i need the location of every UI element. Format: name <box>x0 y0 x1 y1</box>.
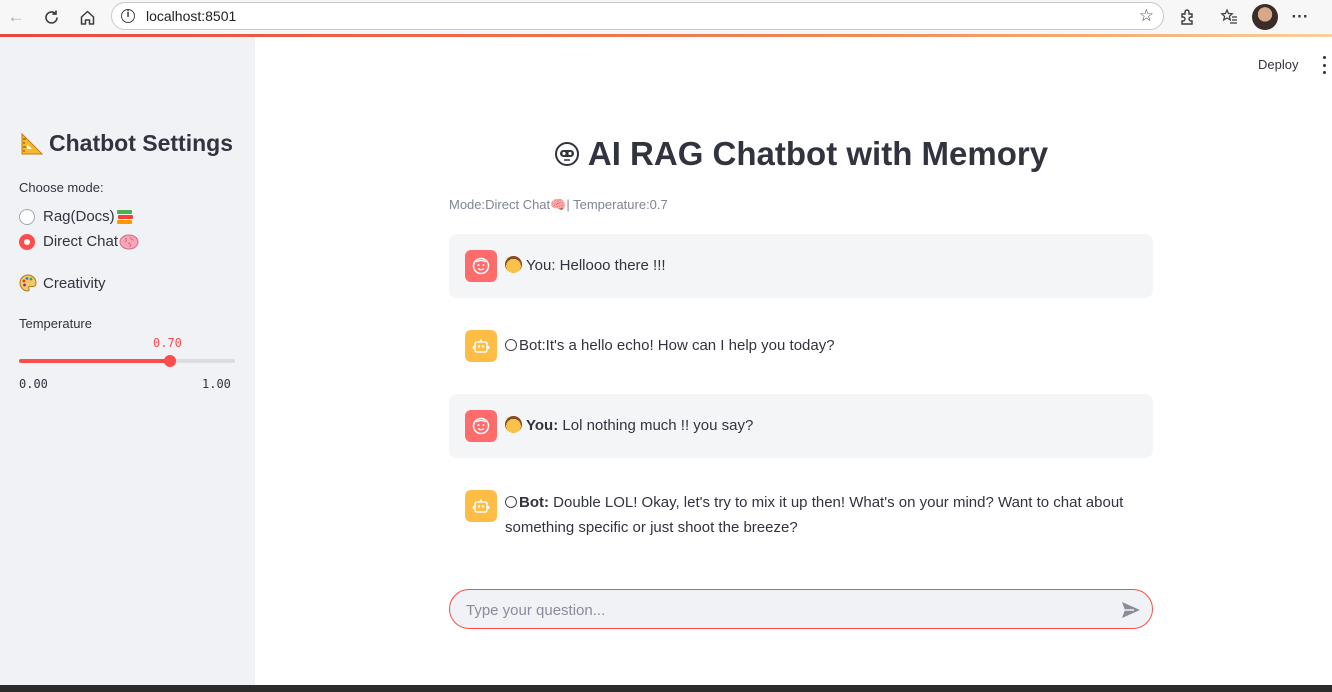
mode-option-label: Rag(Docs) <box>43 208 115 225</box>
user-avatar <box>465 410 497 442</box>
bot-avatar <box>465 330 497 362</box>
browser-toolbar: ← i localhost:8501 ☆ ··· <box>0 0 1332 34</box>
palette-icon <box>19 274 37 292</box>
books-icon <box>116 209 133 224</box>
more-menu-icon[interactable]: ··· <box>1288 5 1312 29</box>
mode-label: Choose mode: <box>19 180 104 195</box>
radio-button-selected[interactable] <box>19 233 35 250</box>
deploy-button[interactable]: Deploy <box>1250 55 1306 74</box>
mode-option-rag[interactable]: Rag(Docs) <box>19 208 134 225</box>
message-text: Bot: Double LOL! Okay, let's try to mix … <box>505 490 1129 540</box>
robot-face-icon <box>554 142 579 166</box>
send-icon[interactable] <box>1120 599 1142 621</box>
chat-message-bot: Bot:It's a hello echo! How can I help yo… <box>449 314 1153 378</box>
boy-emoji-icon <box>505 416 522 433</box>
chat-input-container <box>449 589 1153 629</box>
temperature-value: 0.70 <box>153 336 182 350</box>
back-icon[interactable]: ← <box>4 5 28 29</box>
reload-icon[interactable] <box>39 5 63 29</box>
robot-icon <box>472 339 490 353</box>
slider-max-label: 1.00 <box>202 377 231 391</box>
sidebar-title-text: Chatbot Settings <box>49 130 233 156</box>
robot-face-emoji-icon <box>505 339 517 351</box>
message-body: Double LOL! Okay, let's try to mix it up… <box>505 494 1124 536</box>
message-speaker: Bot: <box>519 494 549 511</box>
temperature-slider-track[interactable] <box>19 359 235 363</box>
temperature-label: Temperature <box>19 316 92 331</box>
mode-option-label: Direct Chat <box>43 233 119 250</box>
temperature-slider-fill <box>19 359 170 363</box>
bookmark-star-icon[interactable]: ☆ <box>1139 6 1154 26</box>
chat-input[interactable] <box>466 599 1106 621</box>
chat-message-user: You: Lol nothing much !! you say? <box>449 394 1153 458</box>
message-speaker: You: <box>526 417 559 434</box>
boy-emoji-icon <box>505 256 522 273</box>
mode-caption: Mode:Direct Chat🧠| Temperature:0.7 <box>449 197 668 212</box>
site-info-icon[interactable]: i <box>121 9 135 23</box>
address-bar[interactable]: i localhost:8501 ☆ <box>111 2 1164 30</box>
sidebar-title: Chatbot Settings <box>19 130 233 157</box>
home-icon[interactable] <box>75 5 99 29</box>
creativity-label: Creativity <box>43 274 106 292</box>
page-title-text: AI RAG Chatbot with Memory <box>587 135 1049 172</box>
chat-message-bot: Bot: Double LOL! Okay, let's try to mix … <box>449 474 1153 564</box>
temperature-slider-thumb[interactable] <box>164 355 176 367</box>
user-avatar <box>465 250 497 282</box>
message-text: Bot:It's a hello echo! How can I help yo… <box>505 333 1129 358</box>
profile-avatar[interactable] <box>1252 4 1278 30</box>
sidebar: Chatbot Settings Choose mode: Rag(Docs) … <box>0 37 255 685</box>
message-body: Lol nothing much !! you say? <box>562 417 754 434</box>
robot-icon <box>472 499 490 513</box>
extensions-icon[interactable] <box>1176 5 1200 29</box>
brain-icon <box>119 234 139 249</box>
user-face-icon <box>472 257 490 275</box>
creativity-heading: Creativity <box>19 274 106 292</box>
favorites-icon[interactable] <box>1217 5 1241 29</box>
bot-avatar <box>465 490 497 522</box>
url-text: localhost:8501 <box>146 8 237 24</box>
page-title: AI RAG Chatbot with Memory <box>449 135 1153 173</box>
taskbar-strip <box>0 685 1332 692</box>
message-text: You: Lol nothing much !! you say? <box>505 413 1129 438</box>
chat-message-user: You: Hellooo there !!! <box>449 234 1153 298</box>
main-menu-icon[interactable] <box>1320 56 1328 74</box>
robot-face-emoji-icon <box>505 496 517 508</box>
message-body: Bot:It's a hello echo! How can I help yo… <box>519 337 835 354</box>
radio-button[interactable] <box>19 208 35 225</box>
message-body: You: Hellooo there !!! <box>526 257 666 274</box>
mode-option-direct-chat[interactable]: Direct Chat <box>19 233 139 250</box>
slider-min-label: 0.00 <box>19 377 48 391</box>
triangle-ruler-icon <box>21 132 44 154</box>
user-face-icon <box>472 417 490 435</box>
message-text: You: Hellooo there !!! <box>505 253 1129 278</box>
